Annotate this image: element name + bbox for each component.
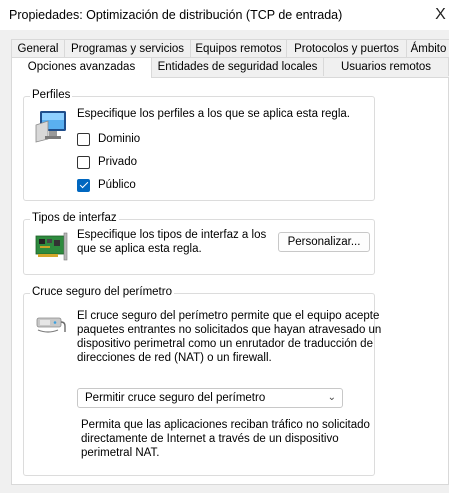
checkbox-private-box[interactable]	[77, 155, 90, 169]
checkbox-public-box[interactable]	[77, 178, 90, 192]
tab-panel-advanced: Perfiles Especifique los perfiles a los …	[11, 77, 449, 485]
network-card-icon	[35, 232, 68, 261]
tab-row-2: Opciones avanzadas Entidades de segurida…	[11, 57, 449, 78]
edge-traversal-legend: Cruce seguro del perímetro	[30, 286, 174, 298]
tab-remote-users[interactable]: Usuarios remotos	[323, 57, 449, 76]
edge-help-line3: perimetral NAT.	[81, 447, 160, 459]
edge-traversal-select-value: Permitir cruce seguro del perímetro	[85, 392, 266, 404]
computer-monitor-icon	[35, 111, 66, 143]
tab-general[interactable]: General	[11, 39, 65, 58]
tab-local-principals[interactable]: Entidades de seguridad locales	[151, 57, 324, 76]
window-title: Propiedades: Optimización de distribució…	[9, 8, 343, 22]
checkbox-public[interactable]: Público	[77, 177, 136, 193]
tab-row-1: General Programas y servicios Equipos re…	[11, 39, 449, 58]
interface-types-line1: Especifique los tipos de interfaz a los	[77, 229, 267, 241]
checkbox-domain-box[interactable]	[77, 132, 90, 146]
close-button[interactable]: X	[432, 4, 449, 26]
tab-protocols-ports[interactable]: Protocolos y puertos	[286, 39, 407, 58]
edge-description-line3: dispositivo perimetral como un enrutador…	[77, 338, 373, 350]
edge-help-line1: Permita que las aplicaciones reciban trá…	[81, 419, 370, 431]
edge-traversal-select[interactable]: Permitir cruce seguro del perímetro ⌄	[77, 388, 343, 408]
interface-types-group: Tipos de interfaz Especifique los tipos …	[23, 212, 375, 275]
interface-types-legend: Tipos de interfaz	[30, 212, 119, 224]
customize-button[interactable]: Personalizar...	[278, 232, 370, 252]
checkbox-domain[interactable]: Dominio	[77, 131, 140, 147]
tab-programs-services[interactable]: Programas y servicios	[64, 39, 191, 58]
edge-description-line1: El cruce seguro del perímetro permite qu…	[77, 310, 380, 322]
edge-traversal-group: Cruce seguro del perímetro El cruce segu…	[23, 286, 381, 476]
chevron-down-icon: ⌄	[327, 392, 336, 403]
profiles-group: Perfiles Especifique los perfiles a los …	[23, 89, 375, 201]
checkbox-private[interactable]: Privado	[77, 154, 137, 170]
checkbox-domain-label: Dominio	[98, 133, 141, 145]
title-bar: Propiedades: Optimización de distribució…	[0, 0, 449, 30]
tab-advanced[interactable]: Opciones avanzadas	[11, 57, 152, 78]
profiles-description: Especifique los perfiles a los que se ap…	[77, 108, 350, 120]
edge-description-line4: direcciones de red (NAT) o un firewall.	[77, 352, 272, 364]
profiles-legend: Perfiles	[30, 89, 73, 101]
properties-dialog: General Programas y servicios Equipos re…	[0, 30, 449, 493]
edge-traversal-icon	[36, 317, 66, 333]
tab-scope[interactable]: Ámbito	[406, 39, 449, 58]
checkbox-public-label: Público	[98, 179, 136, 191]
tab-remote-computers[interactable]: Equipos remotos	[190, 39, 287, 58]
interface-types-line2: que se aplica esta regla.	[77, 243, 202, 255]
edge-help-line2: directamente de Internet a través de un …	[81, 433, 339, 445]
checkbox-private-label: Privado	[98, 156, 137, 168]
edge-description-line2: paquetes entrantes no solicitados que ha…	[77, 324, 382, 336]
